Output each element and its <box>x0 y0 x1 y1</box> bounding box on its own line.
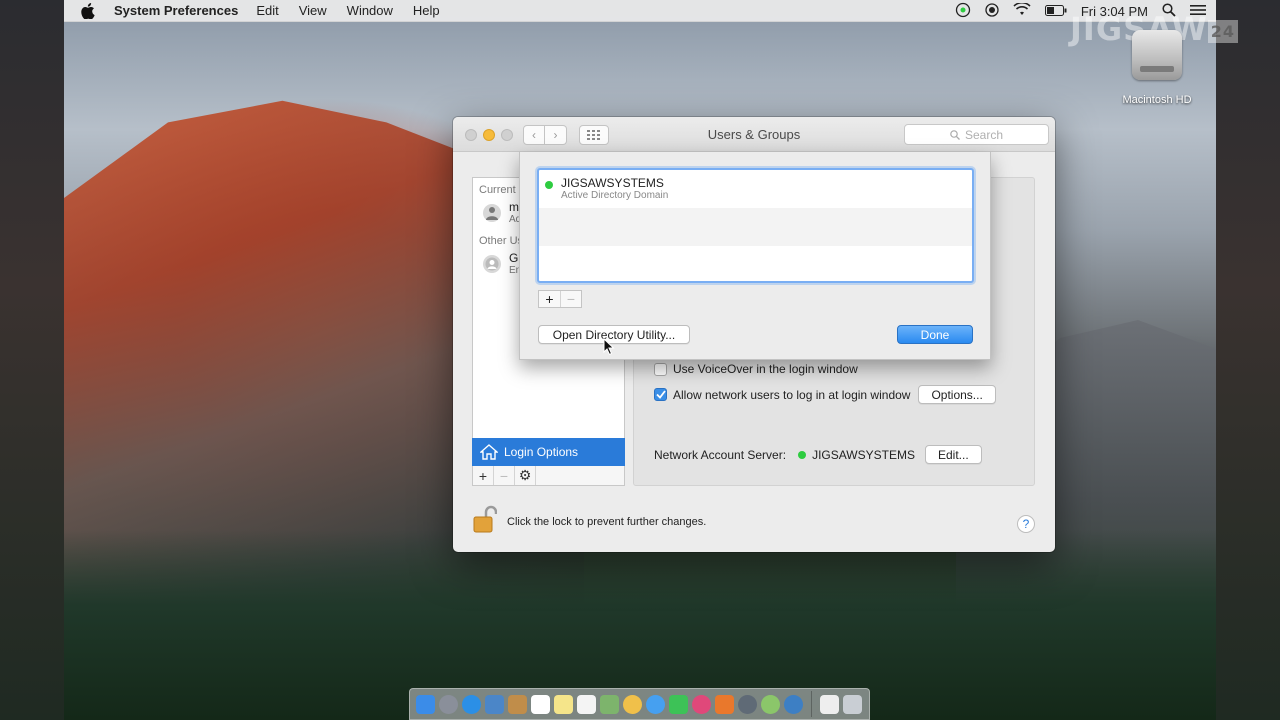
sidebar-item-login-options[interactable]: Login Options <box>472 438 625 466</box>
voiceover-option-row: Use VoiceOver in the login window <box>654 362 858 376</box>
help-button[interactable]: ? <box>1017 515 1035 533</box>
add-server-button[interactable]: + <box>539 291 560 307</box>
options-button[interactable]: Options... <box>918 385 996 404</box>
house-icon <box>480 444 498 460</box>
lock-instructions: Click the lock to prevent further change… <box>507 515 707 528</box>
menu-bar: System Preferences Edit View Window Help… <box>64 0 1216 22</box>
dock <box>409 688 870 720</box>
action-menu-button[interactable]: ⚙ <box>515 466 536 485</box>
right-pillarbox <box>1216 0 1280 720</box>
allow-network-users-checkbox[interactable] <box>654 388 667 401</box>
finder-icon[interactable] <box>416 694 435 714</box>
voiceover-checkbox[interactable] <box>654 362 667 376</box>
macintosh-hd-desktop-item[interactable]: Macintosh HD <box>1122 30 1192 106</box>
messages-icon[interactable] <box>646 694 665 714</box>
contacts-icon[interactable] <box>508 694 527 714</box>
sidebar-toolbar: + − ⚙ <box>472 466 625 486</box>
edit-server-button[interactable]: Edit... <box>924 445 982 464</box>
server-list-row[interactable]: JIGSAWSYSTEMS Active Directory Domain <box>539 170 972 208</box>
directory-utility-icon[interactable] <box>761 694 780 714</box>
checkmark-icon <box>655 390 666 399</box>
calendar-icon[interactable] <box>531 694 550 714</box>
sync-status-icon[interactable] <box>955 2 971 21</box>
mail-icon[interactable] <box>485 694 504 714</box>
hard-drive-icon <box>1132 30 1182 80</box>
battery-icon[interactable] <box>1044 4 1067 19</box>
network-users-option-row: Allow network users to log in at login w… <box>654 385 996 404</box>
plus-icon: + <box>478 467 488 484</box>
server-list-toolbar: + − <box>538 290 582 308</box>
left-pillarbox <box>0 0 64 720</box>
maps-icon[interactable] <box>600 694 619 714</box>
login-options-label: Login Options <box>504 445 579 459</box>
guest-avatar-icon <box>483 254 501 273</box>
watermark-badge: 24 <box>1207 19 1239 43</box>
reminders-icon[interactable] <box>577 694 596 714</box>
server-list[interactable]: JIGSAWSYSTEMS Active Directory Domain <box>537 168 974 283</box>
network-server-label: Network Account Server: <box>654 447 787 462</box>
network-server-name: JIGSAWSYSTEMS <box>812 447 915 462</box>
server-status-dot <box>798 450 807 459</box>
gear-icon: ⚙ <box>518 467 532 483</box>
trash-icon[interactable] <box>843 694 862 714</box>
user-avatar-icon <box>483 203 501 222</box>
itunes-icon[interactable] <box>692 694 711 714</box>
dock-separator <box>811 691 812 717</box>
wifi-icon[interactable] <box>1013 2 1031 19</box>
search-placeholder: Search <box>964 127 1004 142</box>
minus-icon: − <box>499 467 509 484</box>
server-row-name: JIGSAWSYSTEMS <box>561 176 664 190</box>
server-list-empty-row <box>539 208 972 246</box>
search-field[interactable]: Search <box>904 124 1049 145</box>
server-online-dot <box>545 181 553 189</box>
menu-view[interactable]: View <box>299 3 327 18</box>
quicktime-icon[interactable] <box>784 694 803 714</box>
remove-server-button[interactable]: − <box>560 291 581 307</box>
add-user-button[interactable]: + <box>473 466 494 485</box>
server-row-type: Active Directory Domain <box>561 190 669 201</box>
mouse-pointer-icon <box>603 337 615 359</box>
macintosh-hd-label: Macintosh HD <box>1122 94 1192 106</box>
notes-icon[interactable] <box>554 694 573 714</box>
safari-icon[interactable] <box>462 694 481 714</box>
record-icon[interactable] <box>985 2 999 20</box>
allow-network-users-label: Allow network users to log in at login w… <box>673 387 911 402</box>
app-menu-name[interactable]: System Preferences <box>114 3 238 18</box>
launchpad-icon[interactable] <box>439 694 458 714</box>
system-preferences-icon[interactable] <box>738 694 757 714</box>
lock-area: Click the lock to prevent further change… <box>473 505 706 538</box>
network-server-sheet: JIGSAWSYSTEMS Active Directory Domain + … <box>519 152 991 360</box>
apple-menu-icon[interactable] <box>80 2 96 19</box>
ibooks-icon[interactable] <box>715 694 734 714</box>
voiceover-label: Use VoiceOver in the login window <box>673 362 858 376</box>
menu-help[interactable]: Help <box>413 3 440 18</box>
unlocked-padlock-icon[interactable] <box>473 505 498 538</box>
facetime-icon[interactable] <box>669 694 688 714</box>
menu-edit[interactable]: Edit <box>256 3 278 18</box>
photos-icon[interactable] <box>623 694 642 714</box>
menu-window[interactable]: Window <box>347 3 393 18</box>
search-icon <box>950 129 960 140</box>
window-titlebar[interactable]: ‹ › Users & Groups Search <box>453 117 1055 152</box>
remove-user-button[interactable]: − <box>494 466 515 485</box>
documents-stack-icon[interactable] <box>820 694 839 714</box>
network-server-row: Network Account Server: JIGSAWSYSTEMS Ed… <box>654 445 982 464</box>
done-button[interactable]: Done <box>897 325 973 344</box>
